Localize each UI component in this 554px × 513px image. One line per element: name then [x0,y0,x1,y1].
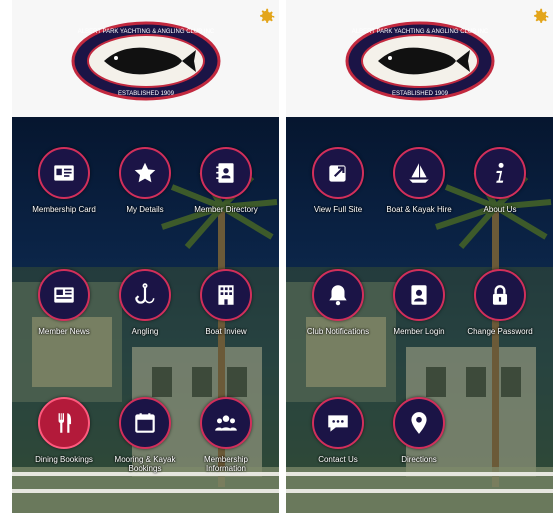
bell-icon [312,269,364,321]
map-pin-icon [393,397,445,449]
fork-knife-icon [38,397,90,449]
chat-icon [312,397,364,449]
address-book-icon [200,147,252,199]
club-logo: ALBERT PARK YACHTING & ANGLING CLUB INC … [345,21,494,101]
settings-gear-icon[interactable] [255,6,277,28]
tile-label: Dining Bookings [35,455,93,464]
phone-screen-right: ALBERT PARK YACHTING & ANGLING CLUB INC … [286,0,553,513]
tile-boat-kayak-hire[interactable]: Boat & Kayak Hire [380,147,458,214]
tile-label: Change Password [467,327,533,336]
tile-label: View Full Site [313,205,363,214]
app-header: ALBERT PARK YACHTING & ANGLING CLUB INC … [12,0,279,117]
tile-about-us[interactable]: About Us [461,147,539,214]
tile-label: Directions [401,455,437,464]
sailboat-icon [393,147,445,199]
tile-view-full-site[interactable]: View Full Site [299,147,377,214]
tile-label: Member News [38,327,90,336]
user-badge-icon [393,269,445,321]
background-photo: Membership Card My Details Member Direct… [12,117,279,513]
building-icon [200,269,252,321]
external-link-icon [312,147,364,199]
tile-member-login[interactable]: Member Login [380,269,458,336]
settings-gear-icon[interactable] [529,6,551,28]
tile-membership-card[interactable]: Membership Card [25,147,103,214]
tile-angling[interactable]: Angling [106,269,184,336]
app-header: ALBERT PARK YACHTING & ANGLING CLUB INC … [286,0,553,117]
tile-label: Membership Information [203,455,248,473]
tile-label: About Us [483,205,517,214]
newspaper-icon [38,269,90,321]
tile-contact-us[interactable]: Contact Us [299,397,377,464]
calendar-icon [119,397,171,449]
tile-mooring-kayak-bookings[interactable]: Mooring & Kayak Bookings [106,397,184,473]
fishing-hook-icon [119,269,171,321]
people-icon [200,397,252,449]
tile-label: Member Directory [194,205,258,214]
svg-text:ALBERT PARK YACHTING & ANGLING: ALBERT PARK YACHTING & ANGLING CLUB INC [77,29,214,35]
svg-text:ALBERT PARK YACHTING & ANGLING: ALBERT PARK YACHTING & ANGLING CLUB INC [351,29,488,35]
id-card-icon [38,147,90,199]
tile-label: My Details [126,205,164,214]
tile-label: Mooring & Kayak Bookings [114,455,176,473]
club-logo: ALBERT PARK YACHTING & ANGLING CLUB INC … [71,21,220,101]
tile-member-directory[interactable]: Member Directory [187,147,265,214]
tile-member-news[interactable]: Member News [25,269,103,336]
tile-label: Boat & Kayak Hire [386,205,452,214]
tile-change-password[interactable]: Change Password [461,269,539,336]
tile-dining-bookings[interactable]: Dining Bookings [25,397,103,464]
star-icon [119,147,171,199]
tile-label: Boat Inview [205,327,247,336]
svg-text:ESTABLISHED 1909: ESTABLISHED 1909 [392,91,449,97]
tile-label: Membership Card [32,205,96,214]
tile-label: Member Login [393,327,445,336]
tile-directions[interactable]: Directions [380,397,458,464]
phone-screen-left: ALBERT PARK YACHTING & ANGLING CLUB INC … [12,0,279,513]
tile-label: Angling [131,327,159,336]
background-photo: View Full Site Boat & Kayak Hire About U… [286,117,553,513]
svg-text:ESTABLISHED 1909: ESTABLISHED 1909 [118,91,175,97]
tile-club-notifications[interactable]: Club Notifications [299,269,377,336]
tile-boat-inview[interactable]: Boat Inview [187,269,265,336]
lock-icon [474,269,526,321]
tile-label: Club Notifications [306,327,370,336]
tile-label: Contact Us [318,455,358,464]
info-icon [474,147,526,199]
tile-my-details[interactable]: My Details [106,147,184,214]
tile-membership-information[interactable]: Membership Information [187,397,265,473]
